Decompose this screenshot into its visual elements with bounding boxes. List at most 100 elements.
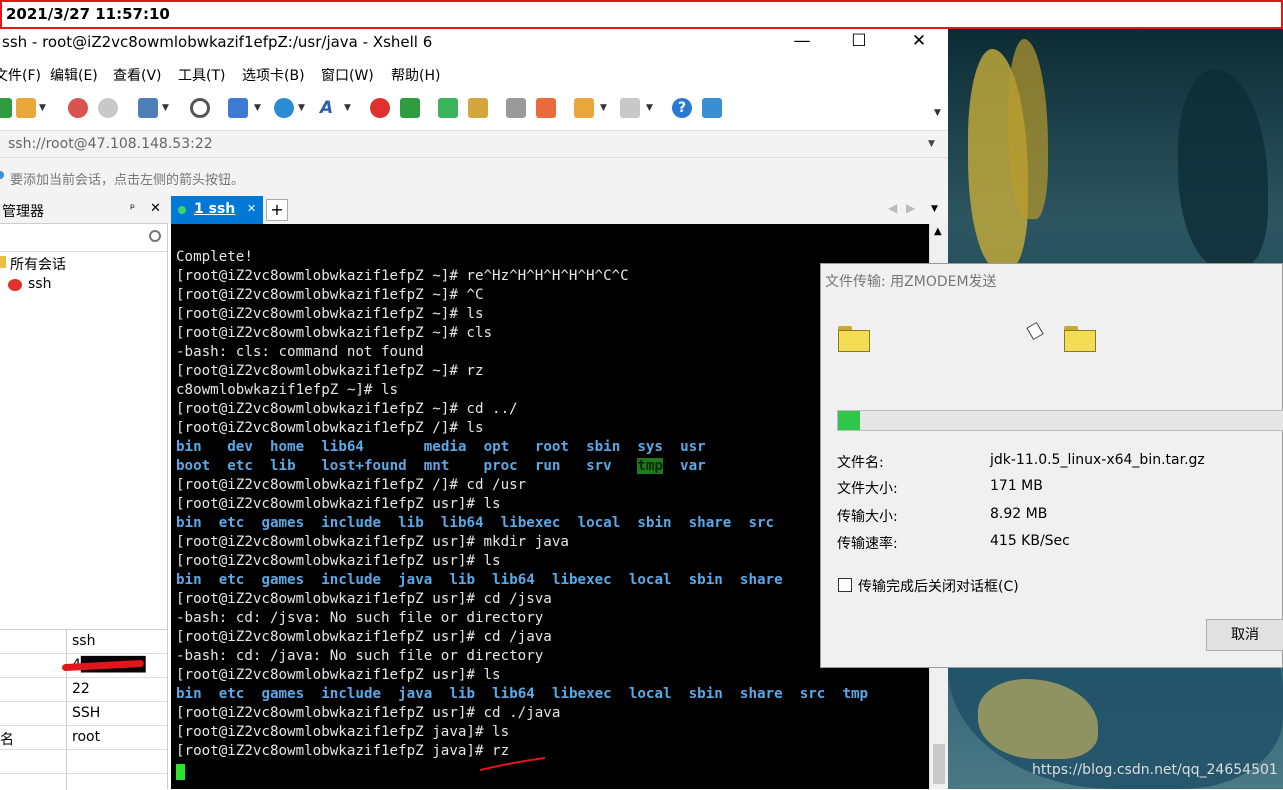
add-tab-icon[interactable] (574, 98, 594, 118)
menu-view[interactable]: 查看(V) (113, 65, 162, 85)
terminal-cursor (176, 764, 185, 780)
dir-entry: local (577, 515, 621, 531)
timestamp-bar: 2021/3/27 11:57:10 (0, 0, 1283, 29)
chat-icon[interactable] (702, 98, 722, 118)
chevron-down-icon[interactable]: ▼ (298, 103, 305, 113)
session-panel-title: 管理器 (2, 204, 44, 220)
chevron-down-icon[interactable]: ▼ (39, 103, 46, 113)
tab-scroll-left-icon[interactable]: ◀ (888, 201, 897, 215)
fullscreen-icon[interactable] (438, 98, 458, 118)
chevron-down-icon[interactable]: ▼ (162, 103, 169, 113)
prop-value: ssh (72, 633, 96, 649)
lock-icon[interactable] (468, 98, 488, 118)
font-icon[interactable]: A (320, 98, 340, 118)
hint-bar: 要添加当前会话，点击左侧的箭头按钮。 (0, 158, 948, 196)
chevron-down-icon[interactable]: ▼ (600, 103, 607, 113)
open-folder-icon[interactable] (16, 98, 36, 118)
tree-item-all-sessions[interactable]: 所有会话 (10, 254, 66, 274)
dir-entry: java (398, 686, 433, 702)
menu-help[interactable]: 帮助(H) (391, 65, 440, 85)
address-bar[interactable]: ssh://root@47.108.148.53:22 ▼ (0, 130, 948, 158)
folder-icon (838, 326, 870, 352)
search-icon[interactable] (149, 230, 161, 242)
dir-entry: lib64 (492, 572, 535, 588)
terminal-line: [root@iZ2vc8owmlobwkazif1efpZ ~]# re^Hz^… (176, 268, 629, 284)
prop-key: 名 (0, 732, 14, 748)
dir-entry: share (688, 515, 732, 531)
disconnect-icon[interactable] (98, 98, 118, 118)
tab-close-icon[interactable]: ✕ (247, 202, 256, 215)
toolbar: ▼ ▼ ▼ ▼ A ▼ ▼ ▼ ? ▼ (0, 88, 948, 130)
chevron-down-icon[interactable]: ▼ (646, 103, 653, 113)
dir-entry: share (739, 572, 783, 588)
session-panel: 所有会话 ssh ssh 4██████ 22 SSH 名root (0, 224, 168, 790)
terminal-line: [root@iZ2vc8owmlobwkazif1efpZ usr]# mkdi… (176, 534, 569, 550)
chevron-down-icon[interactable]: ▼ (344, 103, 351, 113)
properties-grid: ssh 4██████ 22 SSH 名root (0, 629, 167, 790)
title-bar: ssh - root@iZ2vc8owmlobwkazif1efpZ:/usr/… (0, 29, 948, 58)
menu-tools[interactable]: 工具(T) (178, 65, 225, 85)
highlight-icon[interactable] (536, 98, 556, 118)
menu-edit[interactable]: 编辑(E) (50, 65, 98, 85)
tab-scroll-right-icon[interactable]: ▶ (906, 201, 915, 215)
maximize-button[interactable]: ☐ (836, 29, 882, 57)
help-icon[interactable]: ? (672, 98, 692, 118)
add-tab-button[interactable]: + (266, 199, 288, 221)
menu-tabs[interactable]: 选项卡(B) (242, 65, 305, 85)
terminal-line: [root@iZ2vc8owmlobwkazif1efpZ usr]# cd /… (176, 591, 552, 607)
keyboard-icon[interactable] (506, 98, 526, 118)
underline-annotation (479, 757, 546, 771)
properties-icon[interactable] (138, 98, 158, 118)
menu-file[interactable]: 文件(F) (0, 65, 41, 85)
dir-entry: src (799, 686, 826, 702)
globe-icon[interactable] (274, 98, 294, 118)
search-icon[interactable] (190, 98, 210, 118)
xftp-icon[interactable] (400, 98, 420, 118)
dir-entry: sbin (586, 439, 621, 455)
tab-label: 1 ssh (194, 201, 236, 217)
dir-entry: libexec (551, 572, 612, 588)
connect-icon[interactable] (68, 98, 88, 118)
close-button[interactable]: ✕ (896, 29, 942, 57)
folder-icon (0, 256, 6, 268)
tree-item-ssh[interactable]: ssh (28, 276, 51, 292)
new-session-icon[interactable] (0, 98, 12, 118)
address-input[interactable]: ssh://root@47.108.148.53:22 (8, 136, 213, 152)
dir-entry: bin (176, 439, 202, 455)
scroll-up-icon[interactable]: ▲ (934, 226, 942, 237)
layout-icon[interactable] (620, 98, 640, 118)
prop-value: root (72, 729, 101, 745)
close-on-complete-checkbox[interactable] (838, 578, 852, 592)
prop-value: 22 (72, 681, 90, 697)
terminal-line: bin etc games include lib lib64 libexec … (176, 514, 774, 533)
scroll-thumb[interactable] (933, 744, 945, 784)
xshell-logo-icon[interactable] (370, 98, 390, 118)
chevron-down-icon[interactable]: ▼ (931, 204, 938, 214)
dir-entry: bin (176, 686, 202, 702)
transfer-icon[interactable] (228, 98, 248, 118)
dir-entry: java (398, 572, 433, 588)
arrow-icon[interactable] (0, 171, 4, 179)
minimize-button[interactable]: — (779, 29, 825, 57)
terminal-line: [root@iZ2vc8owmlobwkazif1efpZ usr]# cd .… (176, 705, 561, 721)
dir-entry: local (628, 686, 672, 702)
xshell-window: ssh - root@iZ2vc8owmlobwkazif1efpZ:/usr/… (0, 29, 948, 790)
dir-entry: srv (586, 458, 612, 474)
chevron-down-icon[interactable]: ▼ (934, 108, 941, 118)
pin-icon[interactable]: ᵖ (130, 201, 135, 215)
dir-entry: etc (218, 515, 245, 531)
terminal[interactable]: Complete! [root@iZ2vc8owmlobwkazif1efpZ ~… (171, 224, 929, 789)
dir-entry: lib (449, 572, 476, 588)
file-size-value: 171 MB (990, 478, 1043, 494)
panel-close-icon[interactable]: ✕ (150, 201, 161, 216)
session-search[interactable] (0, 224, 167, 252)
dialog-title: 文件传输: 用ZMODEM发送 (825, 274, 997, 290)
prop-value: SSH (72, 705, 101, 721)
dir-entry: games (261, 572, 305, 588)
chevron-down-icon[interactable]: ▼ (928, 139, 935, 149)
dir-entry: libexec (500, 515, 561, 531)
tab-ssh[interactable]: 1 ssh ✕ (171, 196, 263, 224)
cancel-button[interactable]: 取消 (1206, 619, 1283, 651)
menu-window[interactable]: 窗口(W) (321, 65, 374, 85)
chevron-down-icon[interactable]: ▼ (254, 103, 261, 113)
